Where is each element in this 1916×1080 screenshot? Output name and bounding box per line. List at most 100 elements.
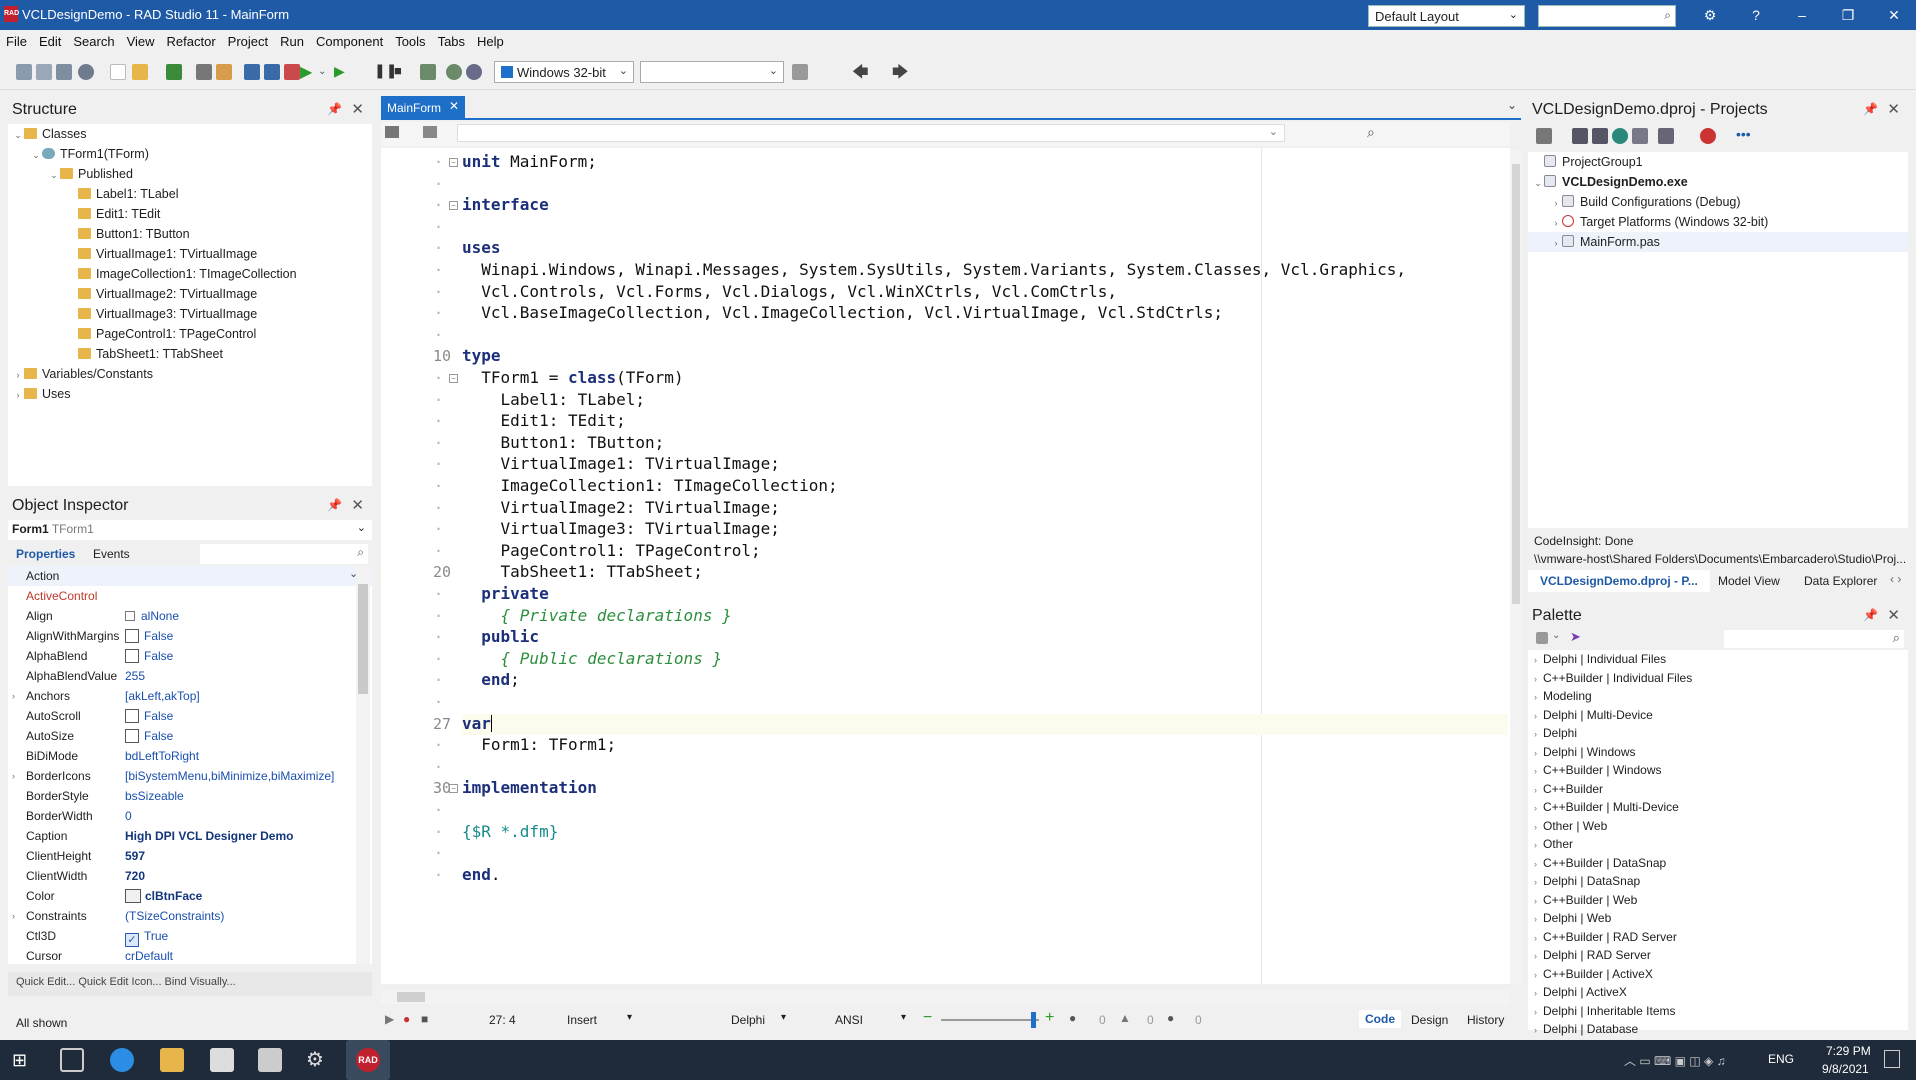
palette-category[interactable]: › C++Builder | Individual Files <box>1528 669 1908 688</box>
property-value[interactable]: alNone <box>125 606 179 626</box>
property-row[interactable]: Action ⌄ <box>8 566 372 586</box>
property-row[interactable]: AlignWithMargins False <box>8 626 372 646</box>
menu-tools[interactable]: Tools <box>389 30 431 53</box>
project-node[interactable]: ProjectGroup1 <box>1528 152 1908 172</box>
layout-select[interactable]: Default Layout ⌄ <box>1368 5 1525 27</box>
property-value[interactable]: False <box>125 726 173 746</box>
structure-node[interactable]: ⌄ Published <box>8 164 372 184</box>
expander-icon[interactable]: › <box>1534 692 1537 702</box>
edge-icon[interactable] <box>110 1048 134 1072</box>
refresh-icon[interactable] <box>1612 128 1628 144</box>
code-line[interactable]: implementation <box>462 778 597 797</box>
palette-category[interactable]: › C++Builder | Windows <box>1528 761 1908 780</box>
palette-category[interactable]: › C++Builder | ActiveX <box>1528 965 1908 984</box>
tab-properties[interactable]: Properties <box>16 547 75 561</box>
expander-icon[interactable]: › <box>12 365 24 385</box>
menu-help[interactable]: Help <box>471 30 510 53</box>
chevron-down-icon[interactable]: ⌄ <box>1507 98 1517 112</box>
structure-node[interactable]: Edit1: TEdit <box>8 204 372 224</box>
expander-icon[interactable]: › <box>1534 840 1537 850</box>
compile-icon[interactable] <box>1658 128 1674 144</box>
property-value[interactable]: (TSizeConstraints) <box>125 906 224 926</box>
property-value[interactable]: 597 <box>125 846 145 866</box>
menu-refactor[interactable]: Refactor <box>161 30 222 53</box>
menu-view[interactable]: View <box>121 30 161 53</box>
start-icon[interactable]: ⊞ <box>12 1048 36 1072</box>
property-value[interactable]: bdLeftToRight <box>125 746 199 766</box>
stop-icon[interactable]: ■ <box>421 1012 428 1026</box>
pin-icon[interactable]: 📌 <box>1863 608 1878 622</box>
tab-mainform[interactable]: MainForm ✕ <box>381 96 465 120</box>
title-search-input[interactable]: ⌕ <box>1538 5 1676 27</box>
run-icon[interactable]: ▶ <box>300 62 316 81</box>
project-node[interactable]: › MainForm.pas <box>1528 232 1908 252</box>
tab-code[interactable]: Code <box>1359 1010 1401 1028</box>
code-line[interactable]: type <box>462 346 501 365</box>
property-row[interactable]: AutoSize False <box>8 726 372 746</box>
palette-category[interactable]: › Other <box>1528 835 1908 854</box>
tab-data-explorer[interactable]: Data Explorer <box>1804 574 1877 588</box>
code-line[interactable]: VirtualImage3: TVirtualImage; <box>462 519 780 538</box>
property-row[interactable]: Ctl3D ✓ True <box>8 926 372 947</box>
code-line[interactable]: {$R *.dfm} <box>462 822 558 841</box>
language-select[interactable]: Delphi <box>731 1013 765 1027</box>
expand-icon[interactable]: › <box>12 906 15 926</box>
expander-icon[interactable]: › <box>1534 951 1537 961</box>
palette-category[interactable]: › Delphi | Multi-Device <box>1528 706 1908 725</box>
palette-category[interactable]: › Modeling <box>1528 687 1908 706</box>
property-value[interactable]: 0 <box>125 806 132 826</box>
expander-icon[interactable]: › <box>1534 859 1537 869</box>
property-row[interactable]: ClientHeight 597 <box>8 846 372 866</box>
property-value[interactable]: False <box>125 626 173 646</box>
expander-icon[interactable]: › <box>12 385 24 405</box>
expander-icon[interactable]: › <box>1534 674 1537 684</box>
expander-icon[interactable]: ⌄ <box>30 145 42 165</box>
palette-category[interactable]: › Delphi | ActiveX <box>1528 983 1908 1002</box>
checkbox[interactable] <box>125 629 139 643</box>
fold-icon[interactable]: − <box>449 201 458 211</box>
input-language[interactable]: ENG <box>1768 1052 1794 1066</box>
code-line[interactable]: Form1: TForm1; <box>462 735 616 754</box>
close-icon[interactable]: ✕ <box>351 100 364 118</box>
form-icon[interactable] <box>36 64 52 80</box>
checkbox[interactable] <box>125 709 139 723</box>
insert-mode[interactable]: Insert <box>567 1013 597 1027</box>
menu-run[interactable]: Run <box>274 30 310 53</box>
pin-icon[interactable]: 📌 <box>327 102 342 116</box>
project-node[interactable]: › Target Platforms (Windows 32-bit) <box>1528 212 1908 232</box>
zoom-out-icon[interactable]: − <box>923 1009 932 1027</box>
palette-category[interactable]: › C++Builder | DataSnap <box>1528 854 1908 873</box>
structure-node[interactable]: VirtualImage2: TVirtualImage <box>8 284 372 304</box>
property-row[interactable]: › Anchors [akLeft,akTop] <box>8 686 372 706</box>
structure-node[interactable]: › Variables/Constants <box>8 364 372 384</box>
close-button[interactable]: ✕ <box>1874 4 1914 26</box>
view-forms-icon[interactable] <box>264 64 280 80</box>
toggle-form-icon[interactable] <box>284 64 300 80</box>
property-value[interactable]: bsSizeable <box>125 786 184 806</box>
palette-category[interactable]: › C++Builder <box>1528 780 1908 799</box>
zoom-slider-thumb[interactable] <box>1031 1012 1036 1028</box>
property-value[interactable]: [akLeft,akTop] <box>125 686 200 706</box>
property-row[interactable]: AlphaBlend False <box>8 646 372 666</box>
property-row[interactable]: › Constraints (TSizeConstraints) <box>8 906 372 926</box>
palette-category[interactable]: › Delphi | Inheritable Items <box>1528 1002 1908 1021</box>
expander-icon[interactable]: › <box>1534 988 1537 998</box>
task-view-icon[interactable] <box>60 1048 84 1072</box>
property-value[interactable]: 720 <box>125 866 145 886</box>
class-selector[interactable]: ⌄ <box>457 124 1285 142</box>
expander-icon[interactable]: › <box>1534 785 1537 795</box>
file-explorer-icon[interactable] <box>160 1048 184 1072</box>
build-icon[interactable] <box>1632 128 1648 144</box>
expander-icon[interactable]: › <box>1534 914 1537 924</box>
expander-icon[interactable]: › <box>1534 655 1537 665</box>
structure-node[interactable]: ⌄ Classes <box>8 124 372 144</box>
code-line[interactable]: unit MainForm; <box>462 152 597 171</box>
expander-icon[interactable]: › <box>1534 711 1537 721</box>
palette-search-input[interactable]: ⌕ <box>1724 630 1904 648</box>
checkbox[interactable] <box>125 729 139 743</box>
step-over-icon[interactable] <box>420 64 436 80</box>
new-project-icon[interactable] <box>1536 128 1552 144</box>
expander-icon[interactable]: ⌄ <box>48 165 60 185</box>
error-icon[interactable]: ● <box>1069 1011 1076 1025</box>
property-value[interactable]: High DPI VCL Designer Demo <box>125 826 293 846</box>
